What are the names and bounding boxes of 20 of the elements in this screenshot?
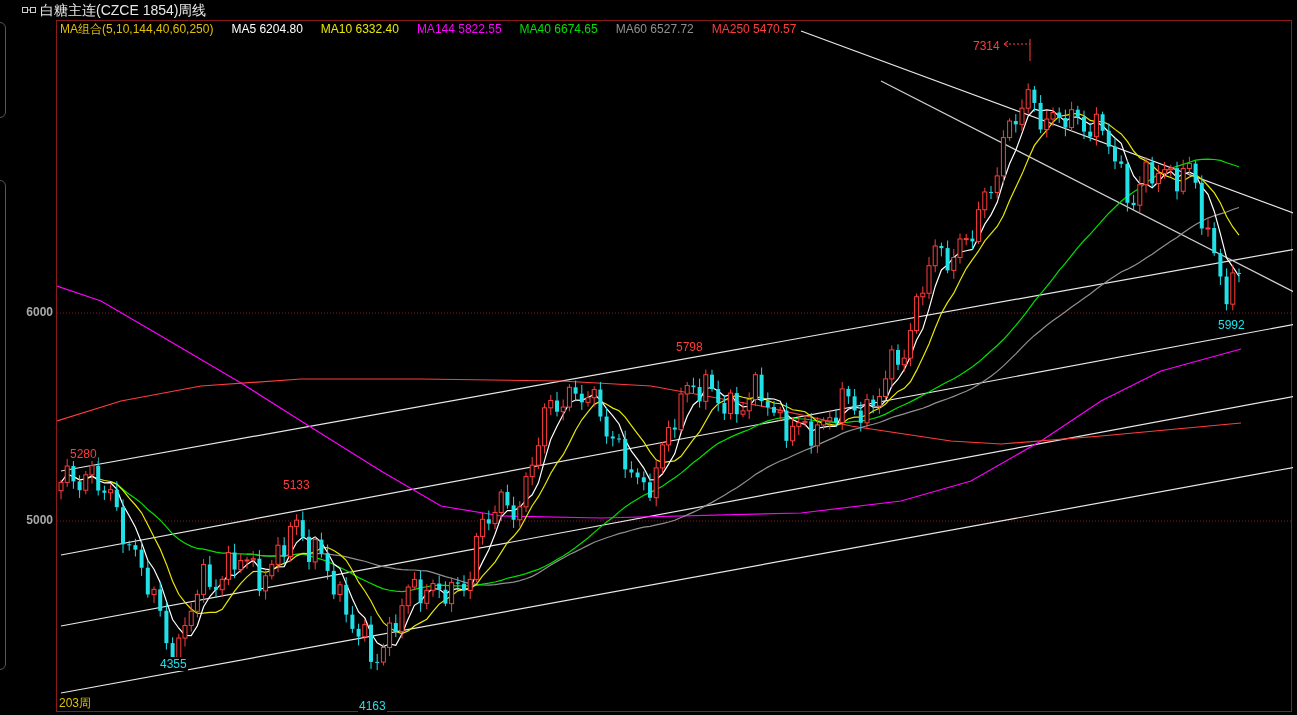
ma-legend-item: MA250 5470.57 [711, 21, 797, 37]
price-annotation: 5992 [1217, 318, 1246, 332]
price-axis-label: 6000 [26, 305, 53, 319]
price-annotation: 4355 [159, 657, 188, 671]
link-icon [22, 6, 36, 14]
bar-count-label: 203周 [59, 696, 92, 710]
ma-group-label: MA组合(5,10,144,40,60,250) [60, 21, 214, 37]
price-annotation: 5280 [69, 447, 98, 461]
ma-legend-item: MA144 5822.55 [416, 21, 502, 37]
ma-legend-item: MA60 6527.72 [615, 21, 694, 37]
price-annotation: 5133 [282, 478, 311, 492]
price-annotation: 4163 [358, 699, 387, 713]
ma-legend-item: MA5 6204.80 [231, 21, 303, 37]
leader-line [1003, 38, 1031, 62]
ma-legend-item: MA40 6674.65 [519, 21, 598, 37]
chart-title: 白糖主连(CZCE 1854)周线 [40, 1, 207, 20]
ma-legend-item: MA10 6332.40 [320, 21, 399, 37]
price-annotation: 5798 [675, 340, 704, 354]
price-annotation: 7314 [972, 39, 1001, 53]
price-axis-label: 5000 [26, 513, 53, 527]
